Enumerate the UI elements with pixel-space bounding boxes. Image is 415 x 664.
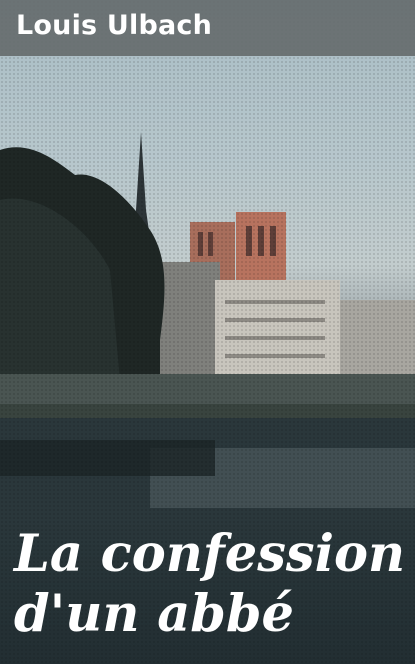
author-name: Louis Ulbach: [16, 10, 213, 41]
book-cover: Louis Ulbach La confession d'un abbé: [0, 0, 415, 664]
book-title-line-2: d'un abbé: [14, 584, 295, 644]
author-bar: Louis Ulbach: [0, 0, 415, 56]
book-title-line-1: La confession: [14, 524, 406, 584]
book-title: La confession d'un abbé: [14, 524, 409, 644]
